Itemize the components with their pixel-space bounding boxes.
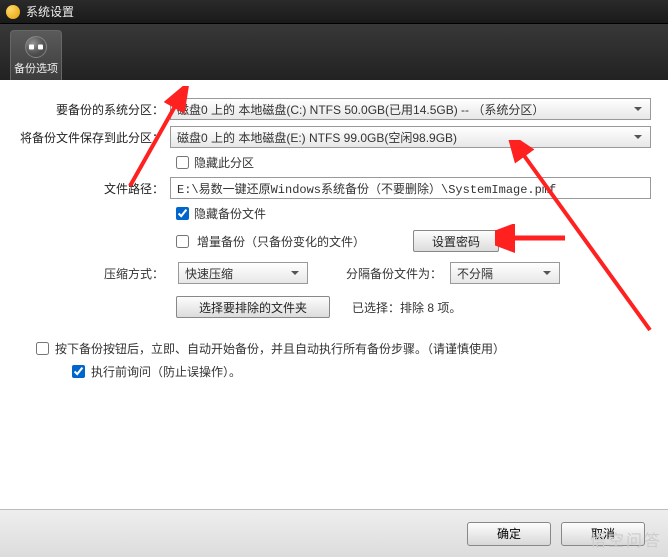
source-partition-select[interactable]: 磁盘0 上的 本地磁盘(C:) NTFS 50.0GB(已用14.5GB) --…	[170, 98, 651, 120]
titlebar: 系统设置	[0, 0, 668, 24]
split-label: 分隔备份文件为：	[346, 265, 442, 282]
tab-backup-options[interactable]: 备份选项	[10, 30, 62, 80]
incremental-checkbox[interactable]	[176, 235, 189, 248]
ok-button[interactable]: 确定	[467, 522, 551, 546]
hide-file-checkbox[interactable]	[176, 207, 189, 220]
auto-backup-checkbox[interactable]	[36, 342, 49, 355]
compress-select[interactable]: 快速压缩	[178, 262, 308, 284]
source-partition-label: 要备份的系统分区：	[0, 101, 170, 118]
dest-partition-value: 磁盘0 上的 本地磁盘(E:) NTFS 99.0GB(空闲98.9GB)	[177, 129, 457, 146]
content-pane: 要备份的系统分区： 磁盘0 上的 本地磁盘(C:) NTFS 50.0GB(已用…	[0, 80, 668, 557]
exclude-folders-button[interactable]: 选择要排除的文件夹	[176, 296, 330, 318]
tab-label: 备份选项	[14, 60, 58, 76]
compress-label: 压缩方式：	[0, 265, 170, 282]
incremental-label: 增量备份（只备份变化的文件）	[197, 233, 365, 250]
confirm-before-checkbox[interactable]	[72, 365, 85, 378]
auto-backup-label: 按下备份按钮后，立即、自动开始备份，并且自动执行所有备份步骤。（请谨慎使用）	[55, 340, 505, 357]
backup-icon	[25, 36, 47, 58]
set-password-button[interactable]: 设置密码	[413, 230, 499, 252]
watermark: 悟空问答	[590, 527, 662, 551]
dest-partition-label: 将备份文件保存到此分区：	[0, 129, 170, 146]
window-title: 系统设置	[26, 3, 74, 20]
hide-file-label: 隐藏备份文件	[194, 205, 266, 222]
split-value: 不分隔	[457, 265, 493, 282]
hide-partition-checkbox[interactable]	[176, 156, 189, 169]
hide-partition-label: 隐藏此分区	[194, 154, 254, 171]
tab-strip: 备份选项	[0, 24, 668, 80]
file-path-value: E:\易数一键还原Windows系统备份（不要删除）\SystemImage.p…	[177, 180, 556, 197]
dest-partition-select[interactable]: 磁盘0 上的 本地磁盘(E:) NTFS 99.0GB(空闲98.9GB)	[170, 126, 651, 148]
split-select[interactable]: 不分隔	[450, 262, 560, 284]
file-path-input[interactable]: E:\易数一键还原Windows系统备份（不要删除）\SystemImage.p…	[170, 177, 651, 199]
source-partition-value: 磁盘0 上的 本地磁盘(C:) NTFS 50.0GB(已用14.5GB) --…	[177, 101, 544, 118]
file-path-label: 文件路径：	[0, 180, 170, 197]
bottom-bar: 确定 取消	[0, 509, 668, 557]
compress-value: 快速压缩	[185, 265, 233, 282]
exclude-status-text: 已选择：排除 8 项。	[352, 299, 461, 316]
app-icon	[6, 5, 20, 19]
confirm-before-label: 执行前询问（防止误操作）。	[91, 363, 241, 380]
